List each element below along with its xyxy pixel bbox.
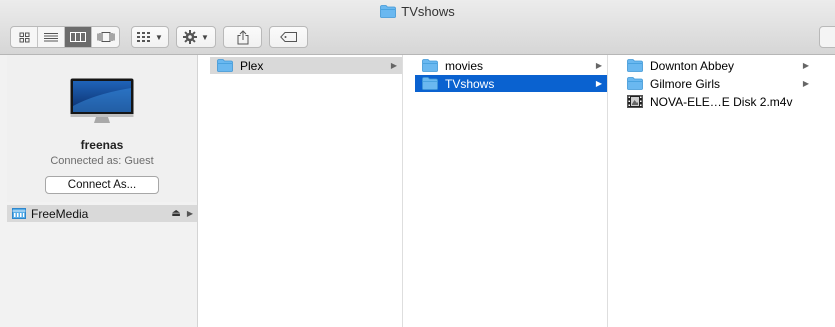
imac-icon	[70, 78, 134, 127]
disclosure-arrow-icon: ▶	[390, 61, 397, 70]
server-panel: freenas Connected as: Guest Connect As..…	[7, 55, 197, 202]
list-view-icon	[44, 33, 58, 42]
share-button[interactable]	[223, 26, 262, 48]
tag-icon	[279, 32, 297, 42]
item-name: NOVA-ELE…E Disk 2.m4v	[650, 94, 793, 109]
list-view-button[interactable]	[38, 27, 65, 47]
browser-column-2: movies ▶ TVshows ▶	[415, 55, 608, 327]
sidebar: freenas Connected as: Guest Connect As..…	[0, 55, 198, 327]
list-item[interactable]: movies ▶	[415, 57, 607, 74]
list-item[interactable]: Gilmore Girls ▶	[620, 75, 814, 92]
item-name: Plex	[240, 58, 264, 73]
sidebar-item-freemedia[interactable]: FreeMedia ⏏ ▶	[7, 205, 197, 222]
list-item[interactable]: TVshows ▶	[415, 75, 607, 92]
column-view-button[interactable]	[65, 27, 92, 47]
folder-icon	[217, 59, 233, 72]
action-button[interactable]: ▼	[176, 26, 216, 48]
folder-icon	[422, 77, 438, 90]
browser-column-3: Downton Abbey ▶ Gilmore Girls ▶ NOVA-ELE…	[620, 55, 815, 327]
item-name: Gilmore Girls	[650, 76, 721, 91]
folder-icon	[627, 77, 643, 90]
window-title: TVshows	[0, 4, 835, 21]
item-name: Downton Abbey	[650, 58, 735, 73]
eject-icon[interactable]: ⏏	[171, 208, 180, 219]
network-share-icon	[12, 208, 26, 219]
connection-status: Connected as: Guest	[50, 155, 154, 167]
icon-view-button[interactable]	[11, 27, 38, 47]
cover-flow-button[interactable]	[92, 27, 119, 47]
cover-flow-icon	[97, 32, 114, 42]
disclosure-arrow-icon: ▶	[595, 79, 602, 88]
gear-icon	[183, 30, 198, 44]
sidebar-item-label: FreeMedia	[31, 206, 89, 221]
view-mode-switcher	[10, 26, 120, 48]
list-item[interactable]: Plex ▶	[210, 57, 402, 74]
arrange-button[interactable]: ▼	[131, 26, 169, 48]
folder-icon	[627, 59, 643, 72]
disclosure-arrow-icon: ▶	[186, 209, 193, 218]
chevron-down-icon: ▼	[201, 32, 209, 42]
browser-column-1: Plex ▶	[210, 55, 403, 327]
list-item[interactable]: Downton Abbey ▶	[620, 57, 814, 74]
icon-view-icon	[19, 32, 29, 42]
arrange-grid-icon	[137, 31, 151, 42]
item-name: TVshows	[445, 76, 495, 91]
server-name: freenas	[80, 138, 124, 152]
share-icon	[237, 29, 248, 44]
disclosure-arrow-icon: ▶	[802, 79, 809, 88]
connect-as-button[interactable]: Connect As...	[45, 176, 159, 194]
chevron-down-icon: ▼	[155, 32, 163, 42]
column-view-icon	[70, 32, 86, 42]
disclosure-arrow-icon: ▶	[595, 61, 602, 70]
search-field-edge[interactable]	[819, 26, 835, 48]
title-bar: TVshows ▼ ▼	[0, 0, 835, 55]
window-title-text: TVshows	[401, 4, 455, 19]
disclosure-arrow-icon: ▶	[802, 61, 809, 70]
folder-icon	[380, 5, 397, 21]
video-file-icon	[627, 95, 643, 108]
tags-button[interactable]	[269, 26, 308, 48]
folder-icon	[422, 59, 438, 72]
list-item[interactable]: NOVA-ELE…E Disk 2.m4v	[620, 93, 814, 110]
item-name: movies	[445, 58, 484, 73]
